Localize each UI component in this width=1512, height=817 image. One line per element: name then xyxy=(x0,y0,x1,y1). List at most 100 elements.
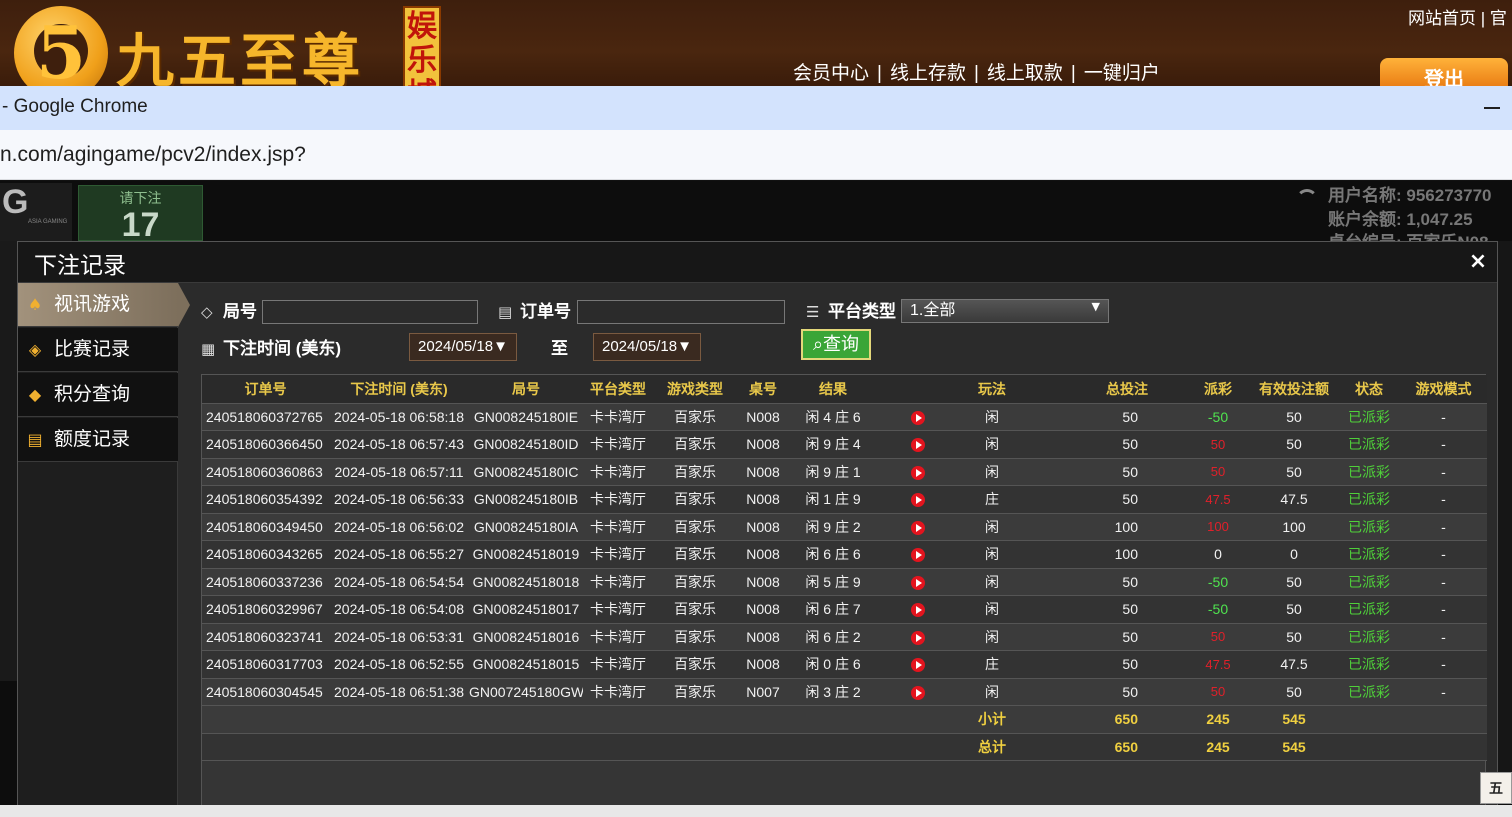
play-video-icon[interactable] xyxy=(911,465,925,480)
cell-status: 已派彩 xyxy=(1338,540,1400,569)
query-button[interactable]: ⌕查询 xyxy=(801,329,871,360)
table-row: 240518060354392 2024-05-18 06:56:33 GN0082… xyxy=(202,485,1487,514)
cell-platform: 卡卡湾厅 xyxy=(583,650,653,679)
date-to-picker[interactable]: 2024/05/18▼ xyxy=(593,333,701,361)
cell-result: 闲 4 庄 6 xyxy=(789,403,877,431)
bet-records-table: 订单号 下注时间 (美东) 局号 平台类型 游戏类型 桌号 结果 玩法 总投注 … xyxy=(201,374,1487,808)
cell-total-bet: 50 xyxy=(1025,678,1186,706)
cell-replay[interactable] xyxy=(877,540,959,569)
minimize-icon[interactable] xyxy=(1484,107,1500,109)
top-links[interactable]: 网站首页 | 官 xyxy=(1408,4,1507,29)
bet-time-label: ▦ 下注时间 (美东) xyxy=(201,339,342,358)
cell-play-type: 闲 xyxy=(959,568,1025,596)
play-video-icon[interactable] xyxy=(911,548,925,563)
nav-member-center[interactable]: 会员中心 xyxy=(793,63,869,84)
diamond-icon: ◆ xyxy=(28,385,42,404)
game-left-strip xyxy=(0,241,18,681)
table-row: 240518060372765 2024-05-18 06:58:18 GN0082… xyxy=(202,403,1487,431)
cell-replay[interactable] xyxy=(877,485,959,514)
cards-icon: ♠ xyxy=(27,295,43,314)
date-from-picker[interactable]: 2024/05/18▼ xyxy=(409,333,517,361)
play-video-icon[interactable] xyxy=(911,685,925,700)
cell-replay[interactable] xyxy=(877,650,959,679)
account-balance: 账户余额: 1,047.25 xyxy=(1328,210,1473,229)
play-video-icon[interactable] xyxy=(911,575,925,590)
cell-valid-bet: 47.5 xyxy=(1250,485,1338,514)
bet-record-modal: 下注记录 × ♠ 视讯游戏 ◈ 比赛记录 ◆ 积分查询 ▤ 额度记录 ◇ 局号 ▤… xyxy=(17,241,1498,808)
subtotal-row: 小计 650 245 545 xyxy=(202,705,1487,734)
cell-bet-time: 2024-05-18 06:57:43 xyxy=(329,430,469,459)
cell-replay[interactable] xyxy=(877,678,959,706)
nav-deposit[interactable]: 线上存款 xyxy=(890,63,966,84)
cell-replay[interactable] xyxy=(877,513,959,541)
cell-bet-time: 2024-05-18 06:55:27 xyxy=(329,540,469,569)
cell-round-no: GN00824518018 xyxy=(469,568,583,596)
browser-address-bar[interactable]: n.com/agingame/pcv2/index.jsp? xyxy=(0,130,1512,180)
play-video-icon[interactable] xyxy=(911,410,925,425)
subtotal-total-bet: 650 xyxy=(1025,705,1186,734)
browser-url[interactable]: n.com/agingame/pcv2/index.jsp? xyxy=(0,143,306,167)
cell-game-type: 百家乐 xyxy=(653,540,737,569)
cell-game-mode: - xyxy=(1400,540,1487,569)
cell-total-bet: 50 xyxy=(1025,595,1186,624)
play-video-icon[interactable] xyxy=(911,658,925,673)
browser-window-title: - Google Chrome xyxy=(2,96,148,117)
cell-game-type: 百家乐 xyxy=(653,568,737,596)
cell-game-type: 百家乐 xyxy=(653,513,737,541)
platform-select[interactable]: 1.全部 ▼ xyxy=(901,299,1109,323)
cell-game-mode: - xyxy=(1400,430,1487,459)
cell-table-no: N008 xyxy=(737,485,789,514)
list-icon: ☰ xyxy=(806,303,820,321)
table-row: 240518060343265 2024-05-18 06:55:27 GN0082… xyxy=(202,540,1487,569)
cell-order-no: 240518060304545 xyxy=(202,678,329,706)
menu-match-records[interactable]: ◈ 比赛记录 xyxy=(18,328,178,372)
wifi-icon xyxy=(1296,189,1318,205)
play-video-icon[interactable] xyxy=(911,603,925,618)
play-video-icon[interactable] xyxy=(911,438,925,453)
cell-result: 闲 6 庄 2 xyxy=(789,623,877,651)
cell-replay[interactable] xyxy=(877,458,959,486)
active-menu-arrow xyxy=(178,283,190,327)
table-row: 240518060366450 2024-05-18 06:57:43 GN0082… xyxy=(202,430,1487,459)
subtotal-payout: 245 xyxy=(1186,705,1250,734)
cell-valid-bet: 50 xyxy=(1250,623,1338,651)
order-number-input[interactable] xyxy=(577,300,785,324)
cell-platform: 卡卡湾厅 xyxy=(583,568,653,596)
nav-one-click-transfer[interactable]: 一键归户 xyxy=(1084,63,1160,84)
table-row: 240518060329967 2024-05-18 06:54:08 GN0082… xyxy=(202,595,1487,624)
logout-button[interactable]: 登出 xyxy=(1380,58,1508,86)
corner-widget[interactable]: 五 xyxy=(1480,772,1512,804)
play-video-icon[interactable] xyxy=(911,493,925,508)
record-side-menu: ♠ 视讯游戏 ◈ 比赛记录 ◆ 积分查询 ▤ 额度记录 xyxy=(18,283,178,807)
menu-live-games[interactable]: ♠ 视讯游戏 xyxy=(18,283,178,327)
cell-game-type: 百家乐 xyxy=(653,403,737,431)
cell-order-no: 240518060323741 xyxy=(202,623,329,651)
cell-status: 已派彩 xyxy=(1338,403,1400,431)
cell-payout: -50 xyxy=(1186,595,1250,624)
cell-play-type: 闲 xyxy=(959,623,1025,651)
site-banner: 5 九五至尊 娱乐城 会员中心|线上存款|线上取款|一键归户 网站首页 | 官 … xyxy=(0,0,1512,86)
cell-result: 闲 3 庄 2 xyxy=(789,678,877,706)
modal-header: 下注记录 × xyxy=(18,242,1497,283)
cell-replay[interactable] xyxy=(877,430,959,459)
col-status: 状态 xyxy=(1338,375,1400,404)
cell-game-type: 百家乐 xyxy=(653,430,737,459)
cell-game-mode: - xyxy=(1400,485,1487,514)
cell-replay[interactable] xyxy=(877,595,959,624)
cell-play-type: 闲 xyxy=(959,540,1025,569)
cell-replay[interactable] xyxy=(877,623,959,651)
round-number-input[interactable] xyxy=(262,300,478,324)
close-icon[interactable]: × xyxy=(1466,248,1490,274)
cell-play-type: 闲 xyxy=(959,430,1025,459)
play-video-icon[interactable] xyxy=(911,520,925,535)
cell-platform: 卡卡湾厅 xyxy=(583,513,653,541)
ticket-icon: ◈ xyxy=(28,340,42,359)
nav-withdraw[interactable]: 线上取款 xyxy=(987,63,1063,84)
play-video-icon[interactable] xyxy=(911,630,925,645)
cell-replay[interactable] xyxy=(877,568,959,596)
menu-credit-records[interactable]: ▤ 额度记录 xyxy=(18,418,178,462)
menu-points-query[interactable]: ◆ 积分查询 xyxy=(18,373,178,417)
col-game-mode: 游戏模式 xyxy=(1400,375,1487,404)
cell-replay[interactable] xyxy=(877,403,959,431)
col-valid-bet: 有效投注额 xyxy=(1250,375,1338,404)
